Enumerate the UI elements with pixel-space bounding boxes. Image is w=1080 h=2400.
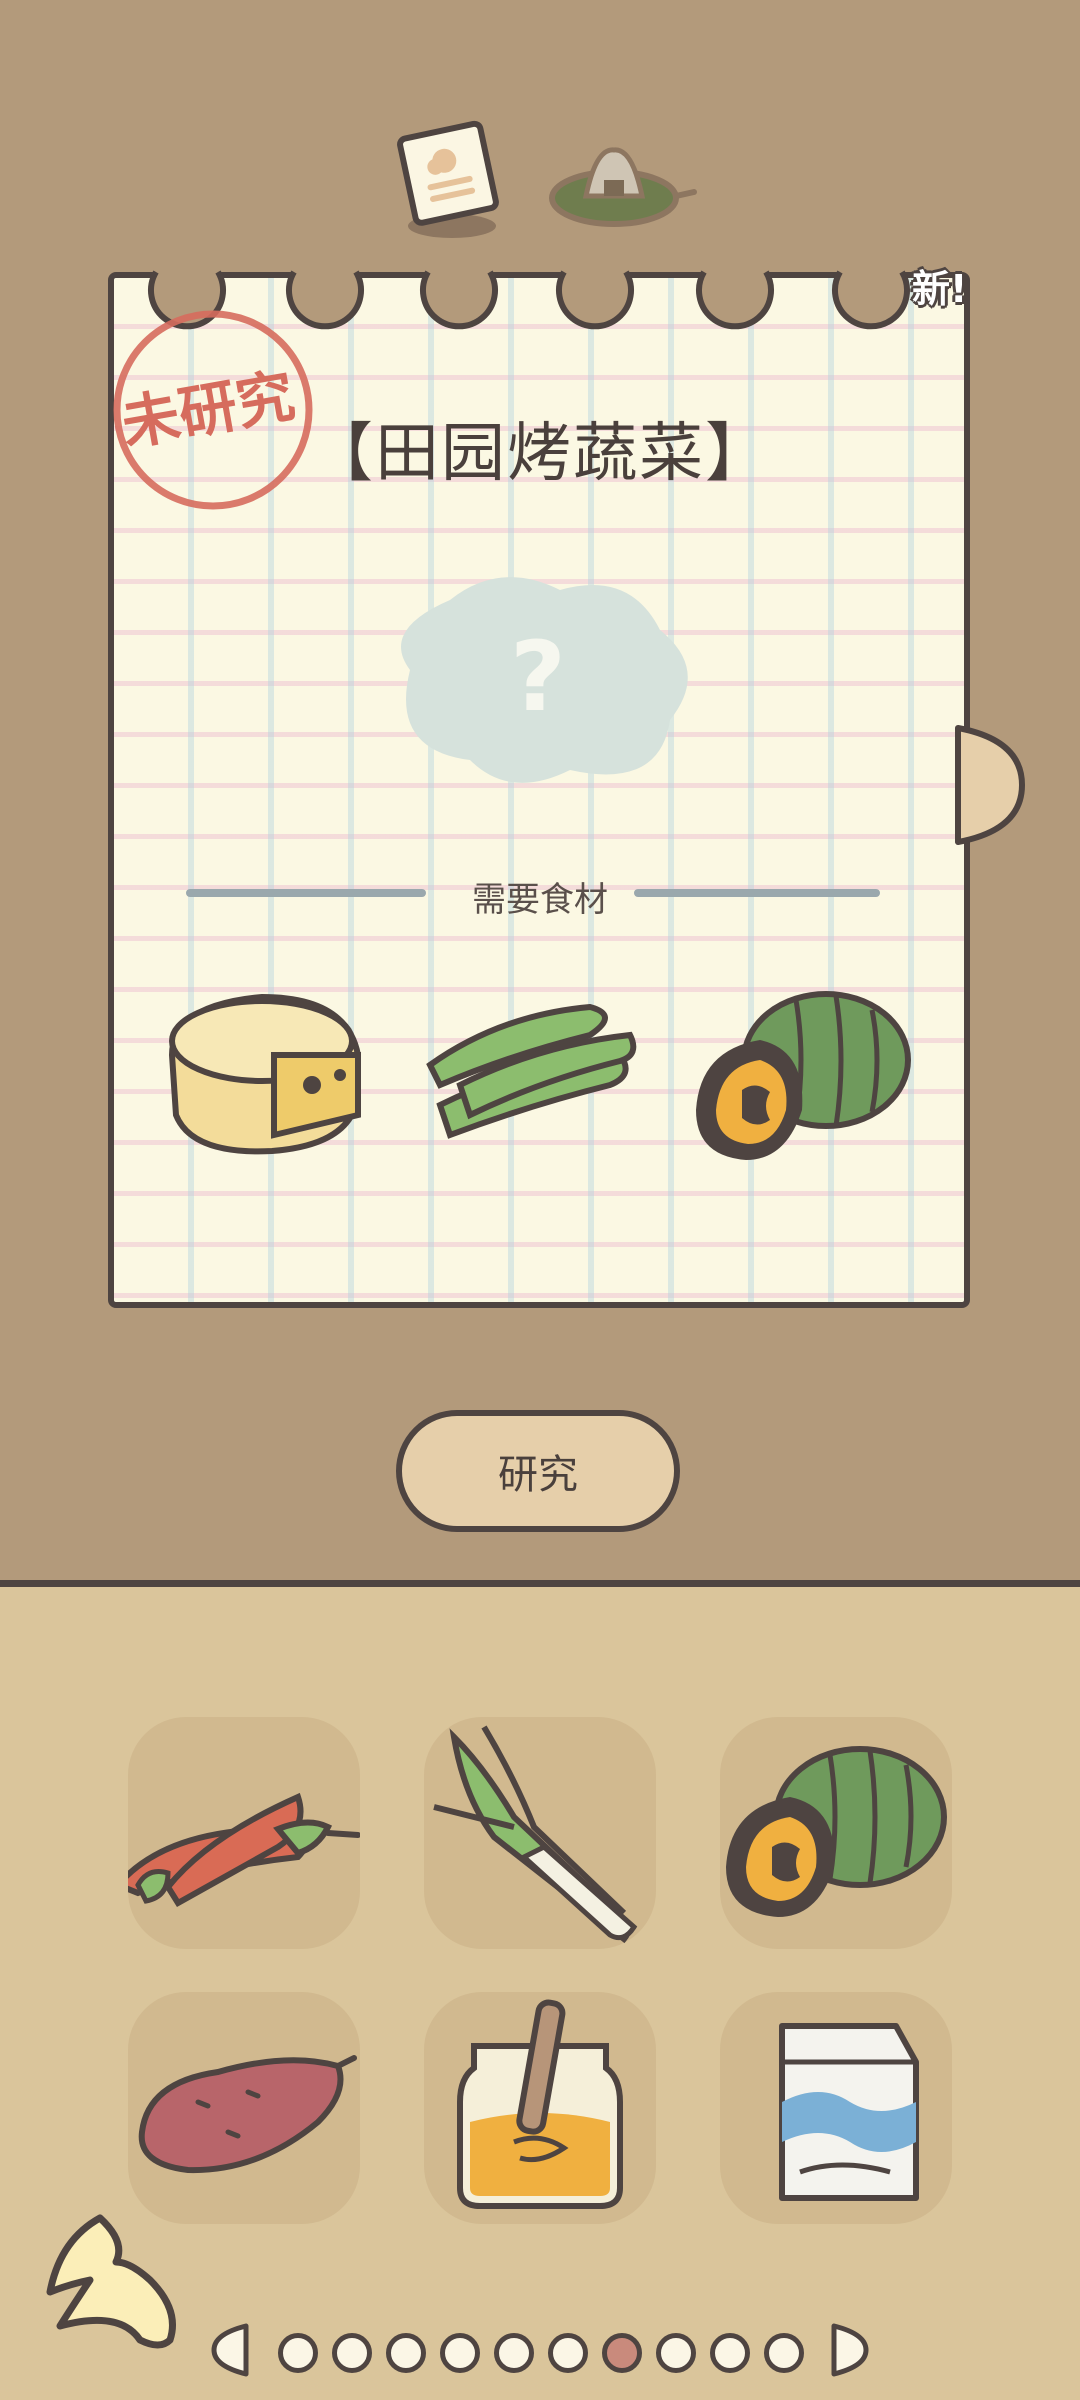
inventory-slot-pumpkin[interactable]: [720, 1717, 952, 1949]
chili-pepper-icon: [128, 1792, 360, 1908]
page-dot-9[interactable]: [710, 2333, 750, 2373]
recipe-title: 【田园烤蔬菜】: [309, 417, 771, 491]
research-button[interactable]: 研究: [396, 1410, 680, 1532]
prev-page-arrow[interactable]: [208, 2320, 254, 2380]
question-mark: ?: [510, 621, 566, 733]
pumpkin-icon: [696, 991, 911, 1160]
pumpkin-icon: [726, 1746, 947, 1917]
inventory-slot-chili[interactable]: [128, 1717, 360, 1949]
onigiri-tab-icon[interactable]: [548, 136, 698, 236]
page-dot-6[interactable]: [548, 2333, 588, 2373]
page-dot-10[interactable]: [764, 2333, 804, 2373]
page-dot-5[interactable]: [494, 2333, 534, 2373]
required-ingredients-label: 需要食材: [472, 880, 608, 920]
page-dot-8[interactable]: [656, 2333, 696, 2373]
page-dot-7-active[interactable]: [602, 2333, 642, 2373]
next-page-arrow[interactable]: [826, 2320, 872, 2380]
sweet-potato-icon: [138, 2055, 357, 2174]
next-page-tab[interactable]: [950, 720, 1030, 850]
inventory-slot-sweet-potato[interactable]: [128, 1992, 360, 2224]
page-dot-2[interactable]: [332, 2333, 372, 2373]
unknown-dish-silhouette: ?: [401, 577, 688, 783]
edamame-icon: [426, 1003, 637, 1139]
milk-carton-icon: [779, 2023, 919, 2201]
page-dot-1[interactable]: [278, 2333, 318, 2373]
inventory-slot-honey[interactable]: [424, 1992, 656, 2224]
page-indicator: [0, 2320, 1080, 2380]
inventory-slot-green-onion[interactable]: [424, 1717, 656, 1949]
green-onion-icon: [433, 1725, 638, 1944]
new-badge: 新!: [912, 267, 968, 311]
recipe-note-tab-icon[interactable]: [390, 118, 510, 248]
cheese-icon: [168, 993, 361, 1155]
page-dot-4[interactable]: [440, 2333, 480, 2373]
page-dot-3[interactable]: [386, 2333, 426, 2373]
inventory-slot-milk[interactable]: [720, 1992, 952, 2224]
honey-jar-icon: [457, 1999, 623, 2209]
